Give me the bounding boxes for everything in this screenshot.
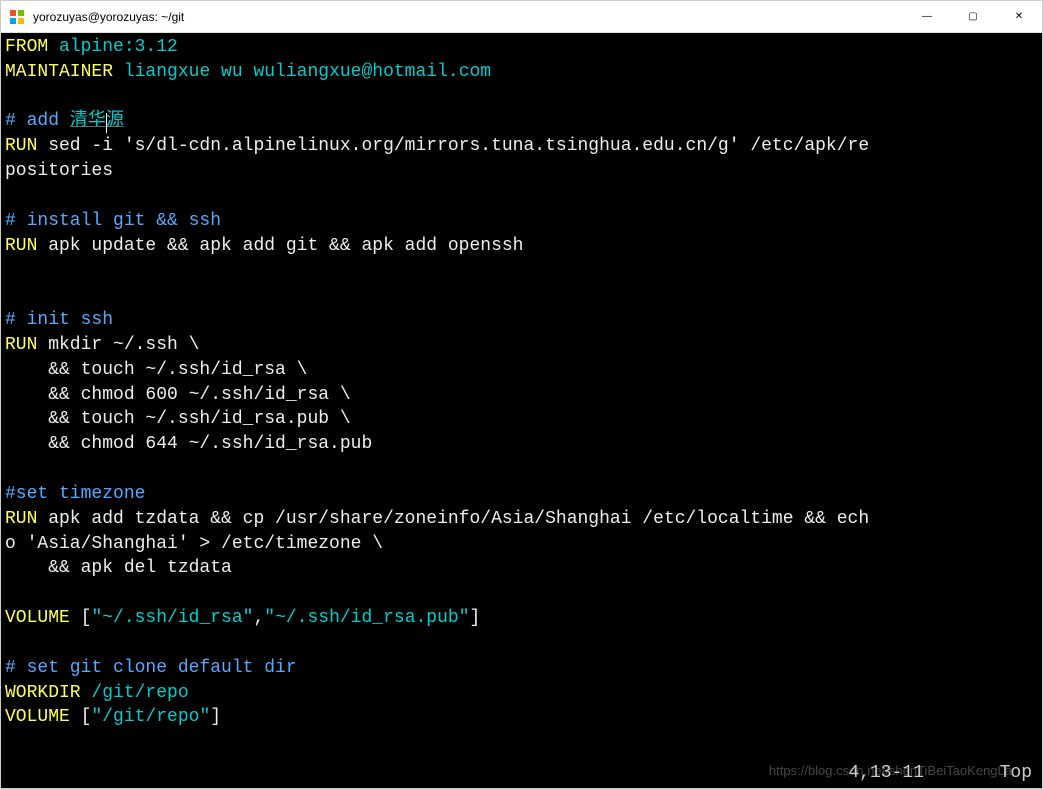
dockerfile-value: && touch ~/.ssh/id_rsa.pub \ — [5, 409, 351, 429]
dockerfile-value: apk add tzdata && cp /usr/share/zoneinfo… — [37, 509, 869, 529]
maximize-button[interactable]: ▢ — [950, 1, 996, 32]
comma: , — [253, 608, 264, 628]
dockerfile-keyword: RUN — [5, 136, 37, 156]
app-icon — [9, 9, 25, 25]
dockerfile-comment: # set git clone default dir — [5, 658, 297, 678]
window-controls: — ▢ ✕ — [904, 1, 1042, 32]
dockerfile-value: apk update && apk add git && apk add ope… — [37, 236, 523, 256]
dockerfile-value: sed -i 's/dl-cdn.alpinelinux.org/mirrors… — [37, 136, 869, 156]
dockerfile-keyword: FROM — [5, 37, 48, 57]
window-title: yorozuyas@yorozuyas: ~/git — [33, 10, 904, 24]
dockerfile-keyword: VOLUME — [5, 707, 70, 727]
bracket: [ — [70, 608, 92, 628]
dockerfile-value: liangxue wu wuliangxue@hotmail.com — [113, 62, 491, 82]
dockerfile-value: positories — [5, 161, 113, 181]
dockerfile-value: o 'Asia/Shanghai' > /etc/timezone \ — [5, 534, 383, 554]
dockerfile-keyword: RUN — [5, 236, 37, 256]
terminal-window: yorozuyas@yorozuyas: ~/git — ▢ ✕ FROM al… — [0, 0, 1043, 789]
bracket: ] — [470, 608, 481, 628]
dockerfile-value: && apk del tzdata — [5, 558, 232, 578]
dockerfile-keyword: VOLUME — [5, 608, 70, 628]
dockerfile-keyword: RUN — [5, 335, 37, 355]
dockerfile-value: && touch ~/.ssh/id_rsa \ — [5, 360, 307, 380]
dockerfile-comment: # add — [5, 111, 70, 131]
dockerfile-value: /git/repo — [81, 683, 189, 703]
dockerfile-string: "~/.ssh/id_rsa.pub" — [264, 608, 469, 628]
dockerfile-string: "/git/repo" — [91, 707, 210, 727]
minimize-button[interactable]: — — [904, 1, 950, 32]
dockerfile-value: && chmod 600 ~/.ssh/id_rsa \ — [5, 385, 351, 405]
vim-status-line: 4,13-11 Top — [848, 761, 1032, 786]
dockerfile-string: "~/.ssh/id_rsa" — [91, 608, 253, 628]
dockerfile-comment: # init ssh — [5, 310, 113, 330]
dockerfile-comment-cjk: 清华源 — [70, 111, 124, 131]
bracket: [ — [70, 707, 92, 727]
dockerfile-value: && chmod 644 ~/.ssh/id_rsa.pub — [5, 434, 372, 454]
bracket: ] — [210, 707, 221, 727]
terminal-content[interactable]: FROM alpine:3.12 MAINTAINER liangxue wu … — [1, 33, 1042, 788]
dockerfile-value: mkdir ~/.ssh \ — [37, 335, 199, 355]
titlebar[interactable]: yorozuyas@yorozuyas: ~/git — ▢ ✕ — [1, 1, 1042, 33]
dockerfile-comment: #set timezone — [5, 484, 145, 504]
close-button[interactable]: ✕ — [996, 1, 1042, 32]
dockerfile-keyword: WORKDIR — [5, 683, 81, 703]
dockerfile-value: alpine:3.12 — [48, 37, 178, 57]
dockerfile-keyword: MAINTAINER — [5, 62, 113, 82]
dockerfile-comment: # install git && ssh — [5, 211, 221, 231]
dockerfile-keyword: RUN — [5, 509, 37, 529]
